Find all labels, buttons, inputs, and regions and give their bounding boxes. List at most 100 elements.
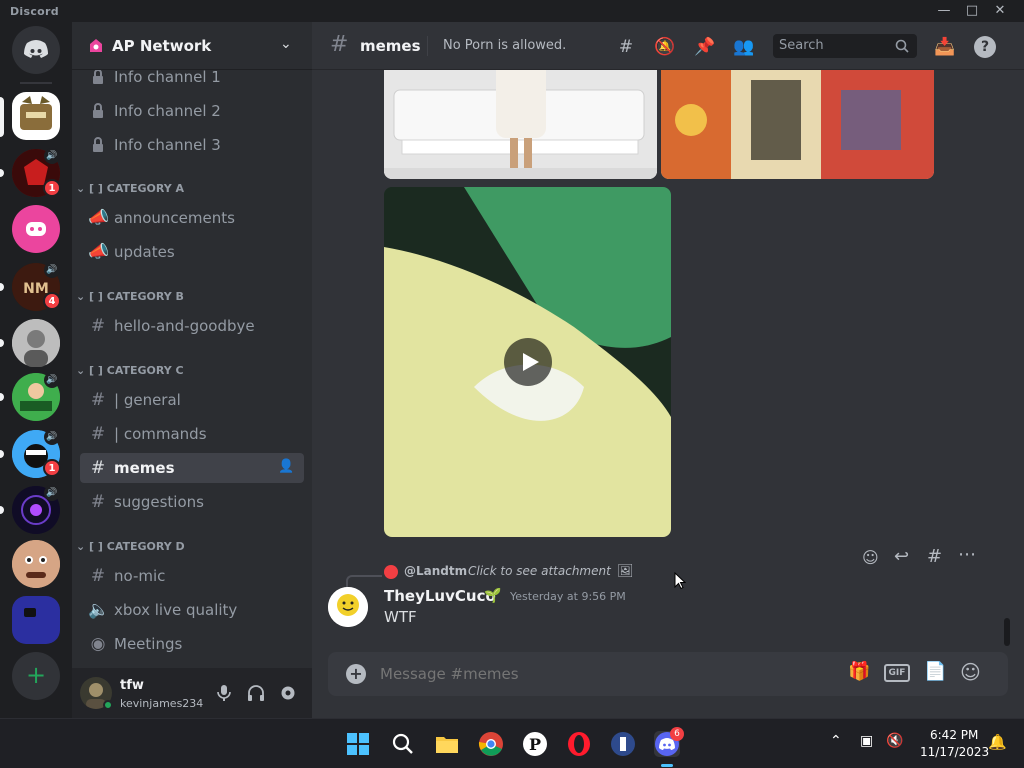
- category-header[interactable]: ⌄ [ ] CATEGORY D: [76, 540, 185, 553]
- sprout-badge-icon: 🌱: [484, 588, 502, 604]
- server-9[interactable]: [12, 540, 60, 588]
- server-boost-icon: [90, 39, 102, 52]
- author-avatar[interactable]: [328, 587, 368, 627]
- pin-icon[interactable]: 📌: [694, 36, 716, 58]
- file-explorer-button[interactable]: [434, 731, 460, 757]
- headphones-icon[interactable]: [247, 684, 265, 702]
- help-icon[interactable]: ?: [974, 36, 996, 58]
- server-3[interactable]: [12, 205, 60, 253]
- channel-sidebar: AP Network ⌄ Info channel 1 Info channel…: [72, 22, 312, 718]
- category-header[interactable]: ⌄ [ ] CATEGORY C: [76, 364, 184, 377]
- member-list-icon[interactable]: 👥: [733, 36, 755, 58]
- chat-header: # memes No Porn is allowed. # 🔕 📌 👥 Sear…: [312, 22, 1024, 70]
- chevron-down-icon: ⌄: [76, 364, 90, 377]
- locked-channel[interactable]: Info channel 1: [80, 70, 304, 92]
- settings-gear-icon[interactable]: [279, 684, 297, 702]
- server-icon-9: [12, 540, 60, 588]
- plus-icon: +: [349, 664, 363, 683]
- locked-channel[interactable]: Info channel 2: [80, 96, 304, 126]
- gif-button[interactable]: GIF: [884, 664, 910, 682]
- mention-badge: 1: [43, 179, 61, 197]
- notification-bell-icon[interactable]: 🔔: [988, 733, 1007, 751]
- chrome-icon: [478, 732, 503, 756]
- lock-icon: [93, 70, 103, 84]
- server-10[interactable]: [12, 596, 60, 644]
- network-icon[interactable]: ▣: [860, 733, 873, 749]
- invite-member-icon[interactable]: 👤: [278, 459, 294, 474]
- category-label: [ ] CATEGORY C: [89, 364, 184, 377]
- add-reaction-icon[interactable]: ☺: [862, 548, 879, 567]
- image-attachment[interactable]: [384, 70, 657, 179]
- taskbar-search-button[interactable]: [390, 731, 416, 757]
- channel-xbox-live-quality[interactable]: 🔈 xbox live quality: [80, 595, 304, 625]
- play-button[interactable]: [504, 338, 552, 386]
- channel-label: memes: [114, 459, 175, 477]
- hashtag-icon: #: [90, 390, 106, 410]
- attachment-image-comics: [661, 70, 934, 179]
- gift-icon[interactable]: 🎁: [848, 661, 870, 682]
- inbox-icon[interactable]: 📥: [934, 36, 956, 58]
- locked-channel[interactable]: Info channel 3: [80, 130, 304, 160]
- channel-commands[interactable]: # | commands: [80, 419, 304, 449]
- start-button[interactable]: [345, 731, 371, 757]
- channel-memes[interactable]: # memes 👤: [80, 453, 304, 483]
- scrollbar-thumb[interactable]: [1004, 618, 1010, 646]
- emoji-icon[interactable]: ☺: [960, 660, 981, 684]
- add-attachment-button[interactable]: +: [346, 664, 366, 684]
- close-button[interactable]: ✕: [989, 2, 1011, 20]
- server-ap-network[interactable]: [12, 92, 60, 140]
- notification-bell-muted-icon[interactable]: 🔕: [654, 36, 676, 58]
- mouse-cursor-icon: [674, 572, 686, 590]
- video-attachment[interactable]: [384, 187, 671, 537]
- reply-icon[interactable]: ↩: [894, 546, 909, 567]
- channel-topic[interactable]: No Porn is allowed.: [443, 38, 566, 53]
- add-server-button[interactable]: +: [12, 652, 60, 700]
- channel-meetings[interactable]: ◉ Meetings: [80, 629, 304, 659]
- volume-muted-icon[interactable]: 🔇: [886, 733, 903, 749]
- channel-label: suggestions: [114, 493, 204, 511]
- unread-indicator: [0, 393, 4, 401]
- category-header[interactable]: ⌄ [ ] CATEGORY A: [76, 182, 184, 195]
- threads-icon[interactable]: #: [615, 36, 637, 58]
- channel-label: xbox live quality: [114, 601, 238, 619]
- channel-suggestions[interactable]: # suggestions: [80, 487, 304, 517]
- opera-button[interactable]: [566, 731, 592, 757]
- plus-icon: +: [25, 661, 47, 689]
- more-options-icon[interactable]: ⋯: [958, 544, 976, 565]
- server-icon-10: [24, 608, 36, 617]
- system-date[interactable]: 11/17/2023: [920, 745, 989, 759]
- hashtag-icon: #: [90, 424, 106, 444]
- message-input[interactable]: [380, 661, 820, 687]
- chevron-down-icon: ⌄: [76, 540, 90, 553]
- channel-announcements[interactable]: 📣 announcements: [80, 203, 304, 233]
- chrome-button[interactable]: [478, 731, 504, 757]
- maximize-button[interactable]: □: [961, 2, 983, 20]
- microphone-icon[interactable]: [216, 684, 232, 702]
- message-author[interactable]: TheyLuvCuco: [384, 587, 496, 605]
- create-thread-icon[interactable]: #: [927, 546, 942, 567]
- server-5[interactable]: [12, 319, 60, 367]
- minimize-button[interactable]: —: [933, 2, 955, 20]
- sticker-icon[interactable]: 📄: [924, 661, 946, 682]
- chat-area: # memes No Porn is allowed. # 🔕 📌 👥 Sear…: [312, 22, 1024, 718]
- server-header[interactable]: AP Network ⌄: [72, 22, 312, 70]
- search-box[interactable]: Search: [773, 34, 917, 58]
- home-button[interactable]: [12, 26, 60, 74]
- reply-reference[interactable]: @Landtm Click to see attachment 🖼: [384, 563, 644, 581]
- channel-label: updates: [114, 243, 175, 261]
- search-icon: [392, 733, 413, 754]
- mention-badge: 1: [43, 459, 61, 477]
- system-time[interactable]: 6:42 PM: [930, 728, 978, 742]
- hashtag-icon: #: [90, 566, 106, 586]
- chevron-up-icon[interactable]: ⌃: [830, 733, 842, 749]
- channel-general[interactable]: # | general: [80, 385, 304, 415]
- channel-no-mic[interactable]: # no-mic: [80, 561, 304, 591]
- category-header[interactable]: ⌄ [ ] CATEGORY B: [76, 290, 184, 303]
- voice-speaker-icon: 🔊: [44, 262, 60, 278]
- app-button[interactable]: [610, 731, 636, 757]
- image-attachment[interactable]: [661, 70, 934, 179]
- channel-hello-and-goodbye[interactable]: # hello-and-goodbye: [80, 311, 304, 341]
- pocket-app-button[interactable]: P: [522, 731, 548, 757]
- channel-label: announcements: [114, 209, 235, 227]
- channel-updates[interactable]: 📣 updates: [80, 237, 304, 267]
